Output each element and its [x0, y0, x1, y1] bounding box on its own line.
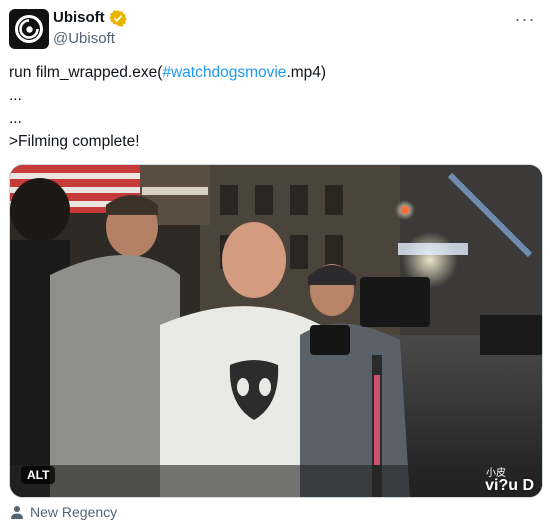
avatar[interactable] — [9, 9, 49, 49]
tweet-photo[interactable]: ALT 小皮 vi?u D — [9, 164, 543, 498]
photo-credit[interactable]: New Regency — [9, 502, 117, 522]
ubisoft-logo-icon — [15, 15, 43, 43]
photo-credit-label[interactable]: New Regency — [30, 502, 117, 522]
display-name[interactable]: Ubisoft — [53, 8, 127, 28]
hashtag-link[interactable]: #watchdogsmovie — [162, 64, 286, 81]
tweet-card: Ubisoft @Ubisoft ··· run film_wrapped.ex… — [0, 0, 550, 526]
verified-badge-icon — [108, 9, 127, 27]
tweet-line-4: >Filming complete! — [9, 133, 140, 150]
alt-text-button[interactable]: ALT — [21, 466, 56, 484]
tweet-line-2: ... — [9, 87, 22, 104]
tweet-line-3: ... — [9, 110, 22, 127]
tweet-line-1: run film_wrapped.exe(#watchdogsmovie.mp4… — [9, 61, 539, 84]
tweet-line-1-prefix: run film_wrapped.exe( — [9, 64, 163, 81]
watermark: vi?u D — [485, 477, 534, 494]
film-set-photo — [10, 165, 542, 497]
tweet-line-1-suffix: .mp4) — [286, 64, 327, 81]
more-dots-icon[interactable]: ··· — [512, 6, 538, 32]
person-tag-icon — [11, 506, 23, 519]
handle[interactable]: @Ubisoft — [53, 29, 115, 49]
display-name-text[interactable]: Ubisoft — [53, 8, 105, 28]
tweet-text: run film_wrapped.exe(#watchdogsmovie.mp4… — [9, 61, 539, 153]
